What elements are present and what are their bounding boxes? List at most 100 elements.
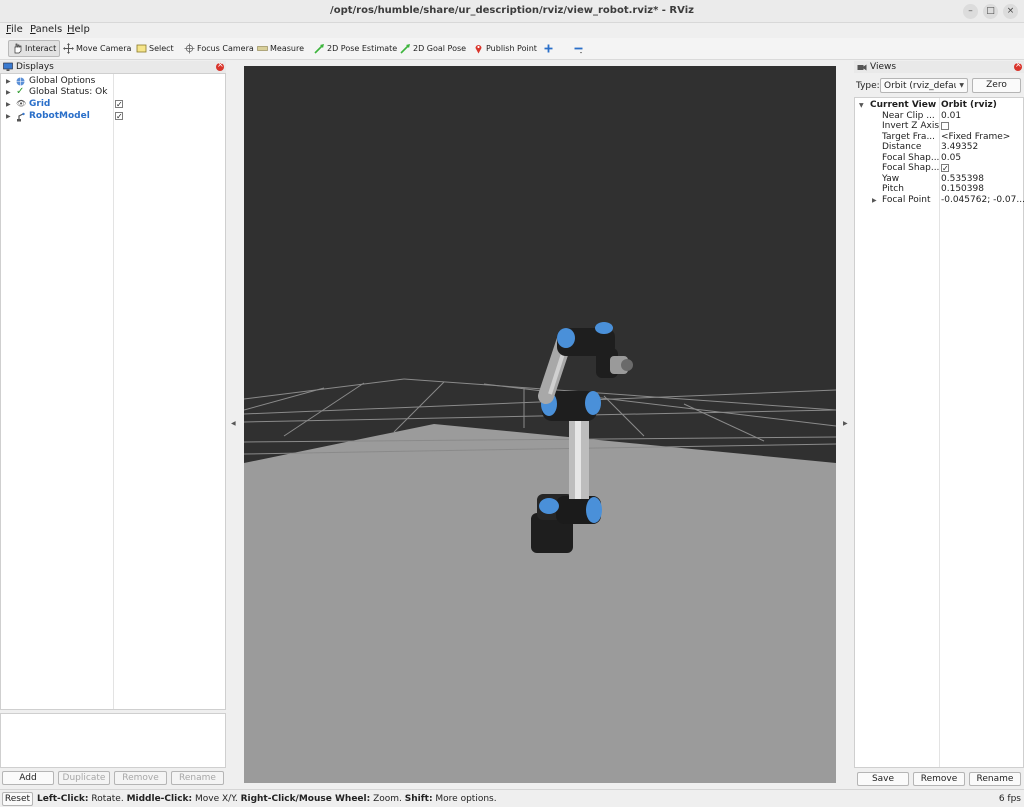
- display-description-box: [0, 713, 226, 768]
- menu-panels[interactable]: Panels: [30, 24, 62, 35]
- property-row-pitch[interactable]: Pitch 0.150398: [855, 184, 1023, 195]
- display-item-label: Global Options: [29, 76, 96, 86]
- remove-view-button[interactable]: Remove: [913, 772, 965, 786]
- select-tool-button[interactable]: Select: [133, 40, 177, 57]
- duplicate-display-button[interactable]: Duplicate: [58, 771, 110, 785]
- maximize-button[interactable]: □: [983, 4, 998, 19]
- plus-icon: [544, 44, 553, 53]
- property-label: Near Clip ...: [882, 111, 935, 121]
- display-item-label: Global Status: Ok: [29, 87, 108, 97]
- close-window-button[interactable]: ×: [1003, 4, 1018, 19]
- property-value[interactable]: <Fixed Frame>: [941, 132, 1010, 142]
- robotmodel-enabled-checkbox[interactable]: ✓: [115, 112, 123, 121]
- focal-shape-checkbox[interactable]: ✓: [941, 164, 949, 173]
- property-row-distance[interactable]: Distance 3.49352: [855, 142, 1023, 153]
- property-value[interactable]: 0.535398: [941, 174, 984, 184]
- property-value[interactable]: 0.01: [941, 111, 961, 121]
- invert-z-checkbox[interactable]: [941, 122, 949, 130]
- minus-icon: [574, 47, 583, 54]
- collapse-right-arrow-icon[interactable]: ▶: [843, 420, 848, 427]
- close-displays-panel-button[interactable]: [216, 60, 224, 71]
- views-panel-header: Views: [854, 60, 1024, 73]
- property-label: Pitch: [882, 184, 904, 194]
- move-camera-tool-button[interactable]: Move Camera: [60, 40, 134, 57]
- goal-pose-tool-button[interactable]: 2D Goal Pose: [397, 40, 469, 57]
- measure-tool-button[interactable]: Measure: [254, 40, 307, 57]
- property-value[interactable]: 0.150398: [941, 184, 984, 194]
- status-key: Left-Click:: [37, 794, 89, 804]
- property-label: Invert Z Axis: [882, 121, 940, 131]
- display-item-grid[interactable]: ▶ 👁 Grid ✓: [1, 99, 225, 110]
- pose-estimate-tool-button[interactable]: 2D Pose Estimate: [311, 40, 400, 57]
- minimize-button[interactable]: –: [963, 4, 978, 19]
- rename-view-button[interactable]: Rename: [969, 772, 1021, 786]
- property-label: Focal Shap...: [882, 153, 940, 163]
- display-item-global-status[interactable]: ▶ ✓ Global Status: Ok: [1, 86, 225, 98]
- interact-label: Interact: [25, 44, 57, 53]
- display-item-global-options[interactable]: ▶ Global Options: [1, 76, 225, 87]
- expand-arrow-icon[interactable]: ▶: [872, 197, 877, 204]
- globe-icon: [16, 77, 25, 86]
- current-view-row[interactable]: ▼ Current View Orbit (rviz): [855, 100, 1023, 111]
- rename-display-button[interactable]: Rename: [171, 771, 224, 785]
- green-arrow-icon: [314, 44, 324, 54]
- focus-camera-tool-button[interactable]: Focus Camera: [181, 40, 257, 57]
- views-property-tree: ▼ Current View Orbit (rviz) Near Clip ..…: [854, 97, 1024, 768]
- status-desc: More options.: [432, 794, 497, 804]
- eye-icon: 👁: [16, 99, 27, 108]
- displays-tree: ▶ Global Options ▶ ✓ Global Status: Ok ▶…: [0, 73, 226, 710]
- menu-help[interactable]: Help: [67, 24, 90, 35]
- save-view-button[interactable]: Save: [857, 772, 909, 786]
- focus-camera-label: Focus Camera: [197, 44, 254, 53]
- expand-arrow-icon[interactable]: ▶: [6, 89, 11, 96]
- current-view-label: Current View: [870, 100, 937, 110]
- camera-icon: [857, 64, 867, 71]
- reset-button[interactable]: Reset: [2, 792, 33, 806]
- ruler-icon: [257, 46, 268, 51]
- property-value[interactable]: 3.49352: [941, 142, 978, 152]
- collapse-arrow-icon[interactable]: ▼: [859, 102, 864, 109]
- grid-enabled-checkbox[interactable]: ✓: [115, 100, 123, 109]
- property-value[interactable]: -0.045762; -0.07...: [941, 195, 1024, 205]
- expand-arrow-icon[interactable]: ▶: [6, 78, 11, 85]
- scene-canvas[interactable]: [244, 66, 836, 783]
- current-view-value: Orbit (rviz): [941, 100, 997, 110]
- expand-arrow-icon[interactable]: ▶: [6, 101, 11, 108]
- display-item-robotmodel[interactable]: ▶ RobotModel ✓: [1, 111, 225, 122]
- menu-bar: File Panels Help: [0, 23, 1024, 38]
- close-views-panel-button[interactable]: [1014, 60, 1022, 71]
- goal-pose-label: 2D Goal Pose: [413, 44, 467, 53]
- display-item-label: Grid: [29, 99, 51, 109]
- check-ok-icon: ✓: [16, 86, 25, 97]
- displays-panel-header: Displays: [0, 60, 226, 73]
- monitor-icon: [3, 62, 13, 71]
- collapse-left-arrow-icon[interactable]: ◀: [231, 420, 236, 427]
- publish-point-tool-button[interactable]: Publish Point: [470, 40, 540, 57]
- property-value[interactable]: 0.05: [941, 153, 961, 163]
- interact-tool-button[interactable]: Interact: [8, 40, 61, 57]
- expand-arrow-icon[interactable]: ▶: [6, 113, 11, 120]
- title-bar: /opt/ros/humble/share/ur_description/rvi…: [0, 0, 1024, 23]
- status-bar: Reset Left-Click: Rotate. Middle-Click: …: [0, 789, 1024, 807]
- zero-view-button[interactable]: Zero: [972, 78, 1021, 93]
- render-viewport[interactable]: [244, 66, 836, 783]
- view-type-dropdown[interactable]: Orbit (rviz_defau ▼: [880, 78, 968, 93]
- add-tool-button[interactable]: [540, 40, 557, 57]
- move-arrows-icon: [63, 43, 74, 54]
- map-pin-icon: [475, 45, 482, 54]
- pose-estimate-label: 2D Pose Estimate: [327, 44, 398, 53]
- crosshair-icon: [184, 43, 195, 54]
- add-display-button[interactable]: Add: [2, 771, 54, 785]
- move-camera-label: Move Camera: [76, 44, 132, 53]
- column-divider: [113, 74, 114, 709]
- remove-display-button[interactable]: Remove: [114, 771, 167, 785]
- status-desc: Move X/Y.: [192, 794, 241, 804]
- publish-point-label: Publish Point: [486, 44, 537, 53]
- property-row-focal-point[interactable]: ▶ Focal Point -0.045762; -0.07...: [855, 195, 1024, 206]
- displays-title: Displays: [16, 62, 54, 72]
- remove-tool-button[interactable]: [570, 40, 587, 57]
- status-key: Middle-Click:: [126, 794, 193, 804]
- property-row-focal-shape-fixed[interactable]: Focal Shap... ✓: [855, 163, 1023, 174]
- property-row-invert-z[interactable]: Invert Z Axis: [855, 121, 1023, 132]
- menu-file[interactable]: File: [6, 24, 23, 35]
